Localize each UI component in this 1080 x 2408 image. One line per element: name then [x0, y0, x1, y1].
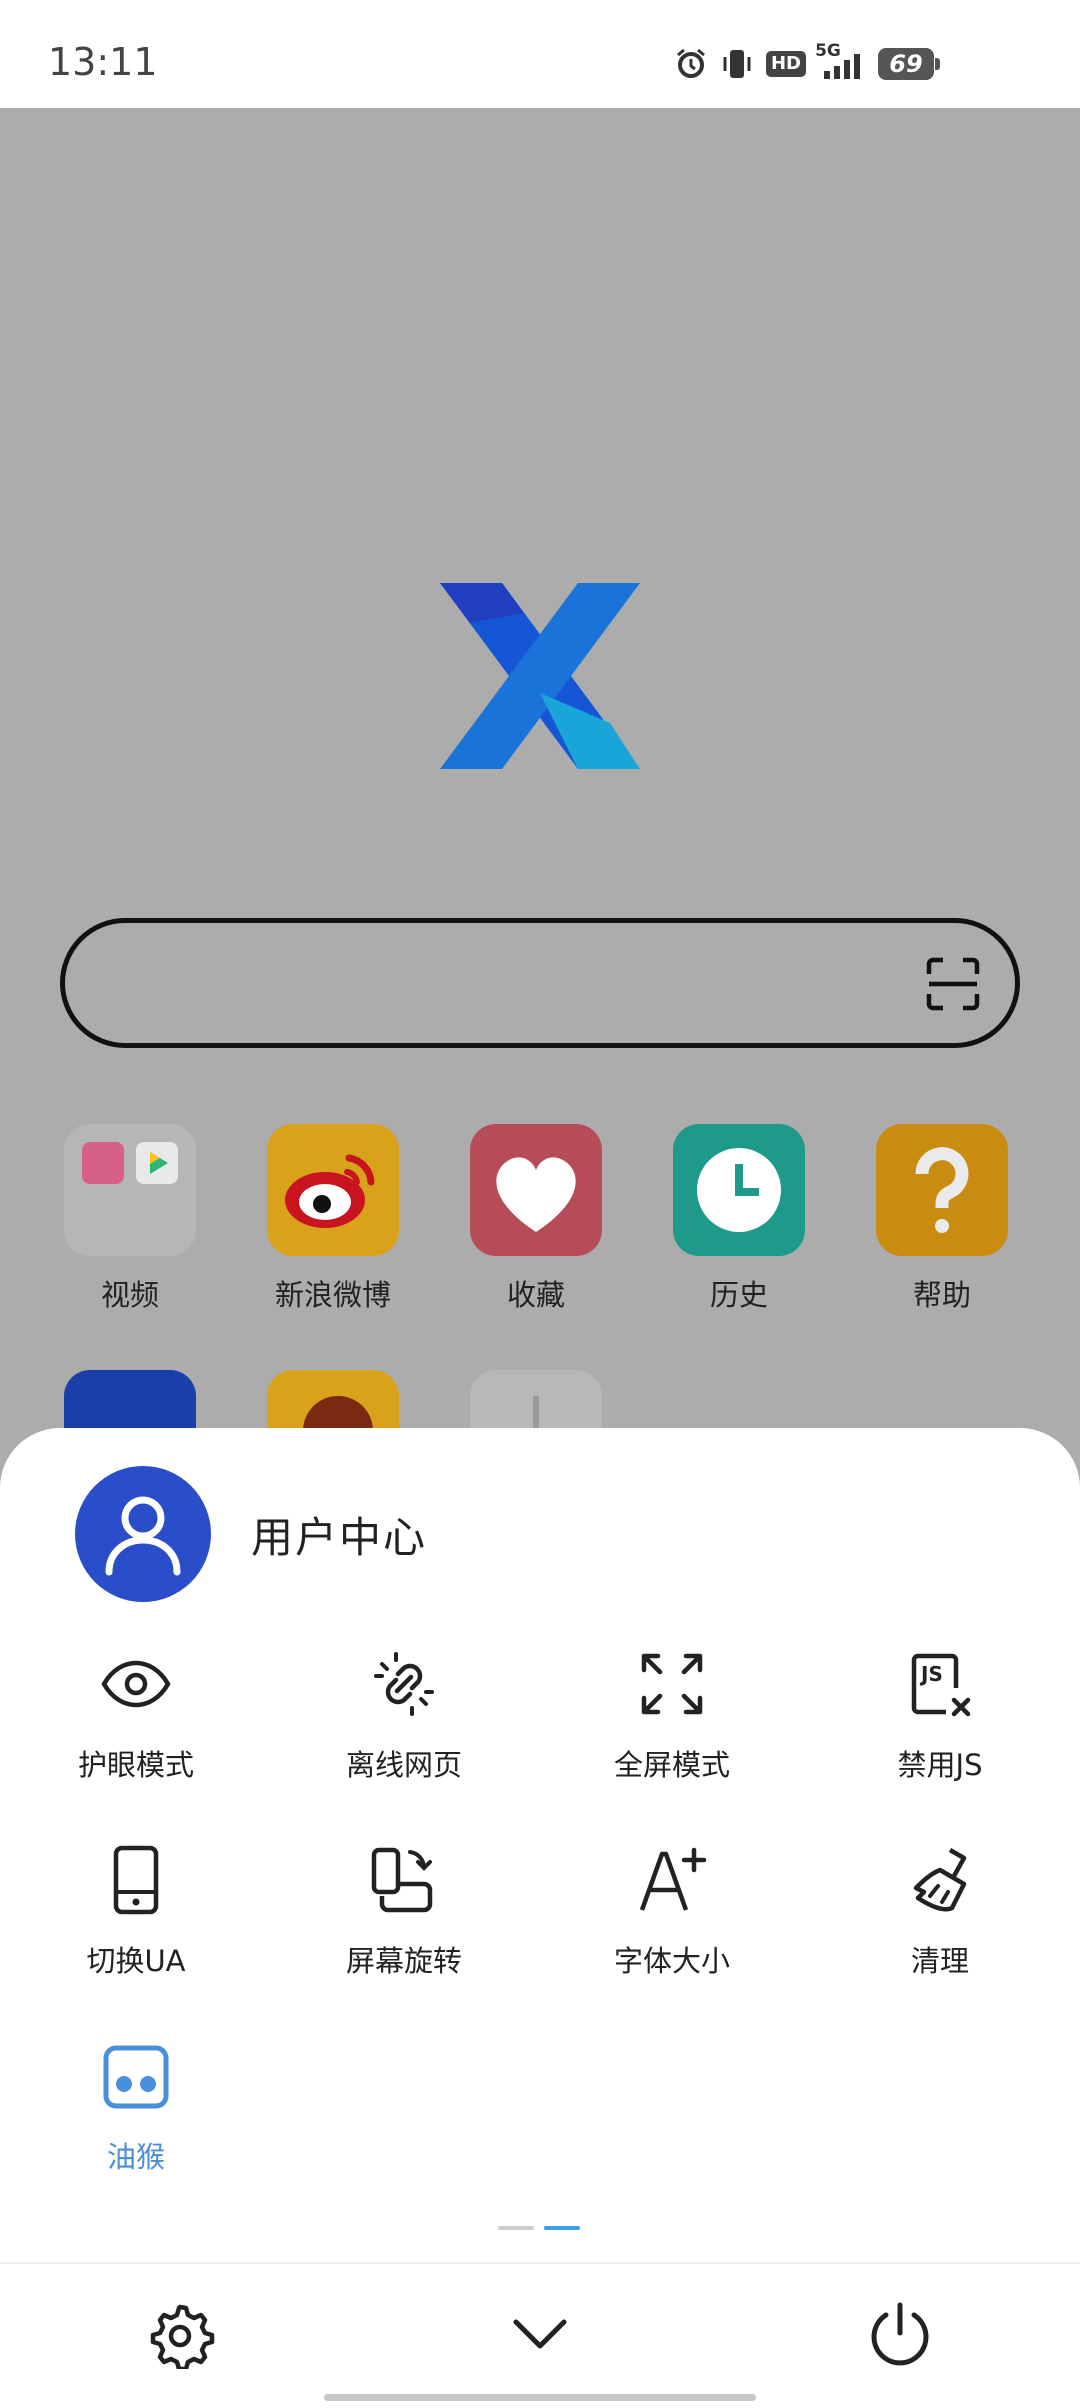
tool-switch-ua[interactable]: 切换UA	[36, 1840, 236, 1980]
chevron-down-icon	[513, 2319, 567, 2349]
question-icon	[876, 1124, 1008, 1256]
user-center-title[interactable]: 用户中心	[251, 1504, 427, 1565]
tool-fullscreen[interactable]: 全屏模式	[572, 1644, 772, 1784]
tool-screen-rotate[interactable]: 屏幕旋转	[304, 1840, 504, 1980]
phone-icon	[113, 1845, 159, 1915]
shortcut-favorites[interactable]: 收藏	[470, 1124, 602, 1314]
shortcut-label: 帮助	[912, 1278, 971, 1312]
alarm-icon	[674, 47, 708, 81]
bottom-bar	[0, 2262, 1080, 2408]
fullscreen-icon	[641, 1653, 703, 1715]
network-label: 5G	[815, 41, 841, 61]
shortcut-label: 新浪微博	[274, 1278, 391, 1312]
tool-label: 清理	[910, 1944, 969, 1978]
tool-label: 全屏模式	[613, 1748, 730, 1782]
tool-tampermonkey[interactable]: 油猴	[36, 2036, 236, 2176]
exit-button[interactable]	[860, 2294, 940, 2374]
scan-qr-icon[interactable]	[925, 956, 981, 1012]
page-indicator	[498, 2226, 580, 2230]
disable-js-icon: JS	[911, 1653, 971, 1717]
page-dot	[498, 2226, 534, 2230]
tool-label: 屏幕旋转	[345, 1944, 462, 1978]
battery-level: 69	[878, 48, 934, 80]
tool-font-size[interactable]: 字体大小	[572, 1840, 772, 1980]
power-icon	[871, 2302, 929, 2366]
tool-label: 油猴	[106, 2140, 165, 2174]
video-folder-icon	[64, 1124, 196, 1256]
clock-icon	[673, 1124, 805, 1256]
settings-button[interactable]	[140, 2294, 220, 2374]
offline-link-icon	[374, 1652, 434, 1716]
tool-label: 字体大小	[613, 1944, 730, 1978]
rotate-screen-icon	[371, 1847, 433, 1913]
tool-label: 离线网页	[345, 1748, 462, 1782]
tool-label: 禁用JS	[897, 1748, 983, 1782]
eye-icon	[101, 1660, 171, 1708]
tool-disable-js[interactable]: JS 禁用JS	[840, 1644, 1040, 1784]
user-avatar-icon[interactable]	[75, 1466, 211, 1602]
shortcut-label: 视频	[100, 1278, 159, 1312]
gear-icon	[150, 2304, 215, 2369]
svg-text:JS: JS	[919, 1662, 943, 1686]
vibrate-icon	[720, 47, 754, 81]
tool-label: 护眼模式	[77, 1748, 194, 1782]
weibo-icon	[267, 1124, 399, 1256]
page-dot-active	[544, 2226, 580, 2230]
status-time: 13:11	[48, 40, 158, 84]
heart-icon	[470, 1124, 602, 1256]
tampermonkey-icon	[103, 2045, 169, 2109]
tool-eye-protection[interactable]: 护眼模式	[36, 1644, 236, 1784]
broom-icon	[913, 1848, 967, 1912]
tool-clean[interactable]: 清理	[840, 1840, 1040, 1980]
status-bar: 13:11 HD 5G 69	[0, 0, 1080, 108]
shortcut-label: 历史	[709, 1278, 768, 1312]
menu-sheet: 用户中心 护眼模式 离线网页 全屏模式 JS 禁用JS 切换UA 屏幕旋转 字体…	[0, 1428, 1080, 2408]
shortcut-history[interactable]: 历史	[673, 1124, 805, 1314]
signal-icon: 5G	[815, 41, 866, 81]
search-box[interactable]	[60, 918, 1020, 1048]
hd-badge: HD	[765, 51, 806, 77]
collapse-menu-button[interactable]	[500, 2294, 580, 2374]
shortcut-help[interactable]: 帮助	[876, 1124, 1008, 1314]
shortcut-weibo[interactable]: 新浪微博	[267, 1124, 399, 1314]
tool-label: 切换UA	[86, 1944, 186, 1978]
shortcut-video[interactable]: 视频	[64, 1124, 196, 1314]
user-center-row[interactable]: 用户中心	[75, 1466, 427, 1602]
font-size-icon	[639, 1847, 707, 1911]
shortcut-label: 收藏	[506, 1278, 565, 1312]
x-browser-logo-icon	[440, 583, 640, 769]
status-icons: HD 5G 69	[674, 41, 940, 84]
tool-offline-page[interactable]: 离线网页	[304, 1644, 504, 1784]
home-indicator[interactable]	[324, 2394, 756, 2401]
